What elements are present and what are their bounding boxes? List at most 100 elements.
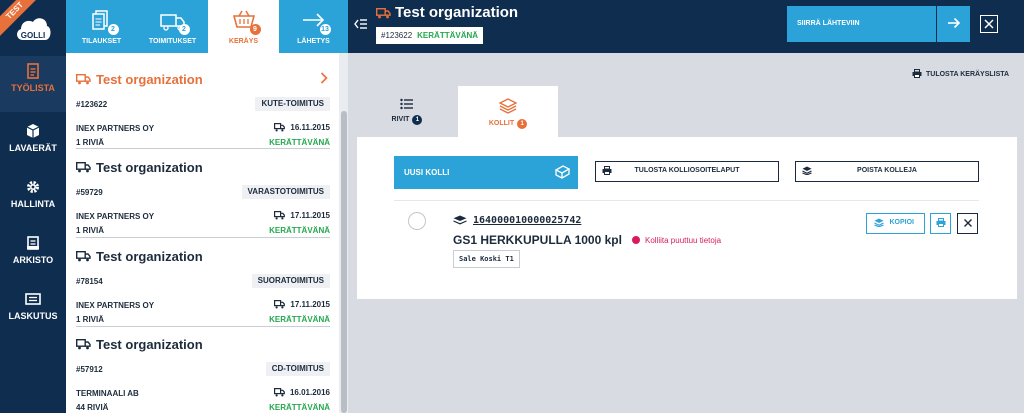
package-warning: Kolliita puuttuu tietoja bbox=[632, 236, 721, 245]
list-item-type: VARASTOTOIMITUS bbox=[241, 185, 330, 199]
package-tag: Sale Koski T1 bbox=[453, 250, 520, 268]
packages-remove-icon bbox=[802, 166, 812, 175]
list-item-status: KERÄTTÄVÄNÄ bbox=[269, 226, 330, 235]
tab-lahetys[interactable]: 13 LÄHETYS bbox=[279, 0, 348, 53]
list-item-type: KUTE-TOIMITUS bbox=[255, 97, 330, 111]
move-to-outgoing-arrow-button[interactable] bbox=[936, 6, 970, 42]
nav-item-hallinta[interactable]: HALLINTA bbox=[0, 172, 66, 228]
list-item-date: 17.11.2015 bbox=[274, 211, 330, 220]
package-name: GS1 HERKKUPULLA 1000 kpl bbox=[453, 233, 622, 247]
list-item[interactable]: Test organization #57912 CD-TOIMITUS TER… bbox=[76, 337, 330, 413]
truck-icon bbox=[274, 123, 286, 132]
order-status: KERÄTTÄVÄNÄ bbox=[417, 31, 479, 40]
tab-kollit[interactable]: KOLLIT 1 bbox=[458, 86, 558, 137]
list-scrollbar[interactable] bbox=[341, 111, 347, 413]
divider bbox=[394, 200, 979, 201]
tab-label: LÄHETYS bbox=[297, 38, 330, 45]
package-select-radio[interactable] bbox=[408, 212, 426, 230]
list-item-type: SUORATOIMITUS bbox=[251, 274, 330, 288]
tab-tilaukset[interactable]: 2 TILAUKSET bbox=[66, 0, 137, 53]
package-icon bbox=[453, 215, 467, 225]
tab-count-badge: 1 bbox=[412, 115, 423, 125]
printer-icon bbox=[912, 69, 922, 78]
print-picking-list-label: TULOSTA KERÄYSLISTA bbox=[926, 71, 1010, 78]
warning-icon bbox=[632, 236, 640, 244]
tab-toimitukset[interactable]: 2 TOIMITUKSET bbox=[137, 0, 208, 53]
list-item-title: Test organization bbox=[96, 72, 203, 87]
tab-rivit[interactable]: RIVIT 1 bbox=[376, 86, 438, 137]
truck-icon bbox=[376, 8, 391, 19]
list-item-status: KERÄTTÄVÄNÄ bbox=[269, 403, 330, 412]
left-nav: TEST GOLLI TYÖLISTA LAVAERÄT HALLINTA AR… bbox=[0, 0, 66, 413]
list-item[interactable]: Test organization #123622 KUTE-TOIMITUS … bbox=[76, 72, 330, 149]
tab-count-badge: 2 bbox=[178, 24, 190, 35]
box-icon bbox=[26, 124, 40, 138]
date-text: 17.11.2015 bbox=[290, 300, 330, 309]
nav-label: ARKISTO bbox=[12, 255, 54, 265]
nav-item-laskutus[interactable]: LASKUTUS bbox=[0, 284, 66, 340]
chevron-right-icon bbox=[320, 72, 328, 84]
tab-count-badge: 2 bbox=[107, 24, 119, 35]
copy-package-button[interactable]: KOPIOI bbox=[866, 213, 925, 234]
clipboard-icon bbox=[27, 63, 39, 79]
collapse-list-icon[interactable] bbox=[354, 18, 368, 30]
list-item-status: KERÄTTÄVÄNÄ bbox=[269, 315, 330, 324]
tab-label: TILAUKSET bbox=[81, 38, 122, 45]
printer-icon bbox=[936, 218, 945, 227]
list-item-company: TERMINAALI AB bbox=[76, 389, 139, 398]
page-title: Test organization bbox=[395, 4, 519, 21]
list-item-company: INEX PARTNERS OY bbox=[76, 301, 155, 310]
tab-label: KERÄYS bbox=[228, 38, 259, 45]
nav-label: TYÖLISTA bbox=[11, 83, 55, 93]
nav-item-lavaerat[interactable]: LAVAERÄT bbox=[0, 116, 66, 172]
truck-icon bbox=[76, 162, 91, 173]
list-item-date: 16.01.2016 bbox=[273, 388, 330, 397]
printer-icon bbox=[602, 166, 612, 175]
invoice-icon bbox=[25, 293, 41, 305]
new-package-button[interactable]: UUSI KOLLI bbox=[394, 156, 578, 189]
list-item-rows: 1 RIVIÄ bbox=[76, 138, 105, 147]
truck-icon bbox=[76, 74, 91, 85]
status-badge: #123622 KERÄTTÄVÄNÄ bbox=[376, 27, 484, 44]
nav-item-arkisto[interactable]: ARKISTO bbox=[0, 228, 66, 284]
print-package-labels-button[interactable]: TULOSTA KOLLIOSOITELAPUT bbox=[595, 161, 779, 182]
gear-icon bbox=[27, 181, 39, 193]
list-item-number: #57912 bbox=[76, 365, 103, 374]
list-item-rows: 1 RIVIÄ bbox=[76, 226, 105, 235]
list-item-number: #59729 bbox=[76, 188, 103, 197]
nav-label: HALLINTA bbox=[10, 199, 56, 209]
tab-label: RIVIT bbox=[391, 116, 410, 123]
list-item-rows: 1 RIVIÄ bbox=[76, 315, 105, 324]
tab-kerays[interactable]: 9 KERÄYS bbox=[208, 0, 279, 53]
list-item[interactable]: Test organization #59729 VARASTOTOIMITUS… bbox=[76, 160, 330, 238]
remove-packages-label: POISTA KOLLEJA bbox=[857, 167, 917, 174]
packages-icon bbox=[499, 98, 517, 114]
packages-panel: UUSI KOLLI TULOSTA KOLLIOSOITELAPUT POIS… bbox=[357, 137, 1017, 299]
arrow-right-icon bbox=[947, 17, 960, 29]
package-barcode-link[interactable]: 164000010000025742 bbox=[473, 215, 581, 226]
tab-label: TOIMITUKSET bbox=[148, 38, 197, 45]
archive-icon bbox=[27, 236, 39, 250]
list-icon bbox=[400, 98, 413, 110]
list-item-title: Test organization bbox=[96, 337, 203, 352]
delete-package-button[interactable] bbox=[957, 213, 978, 234]
print-picking-list-link[interactable]: TULOSTA KERÄYSLISTA bbox=[912, 69, 1009, 78]
copy-package-label: KOPIOI bbox=[889, 219, 914, 226]
delivery-list-panel: Test organization #123622 KUTE-TOIMITUS … bbox=[66, 53, 348, 413]
list-item-date: 17.11.2015 bbox=[274, 300, 330, 309]
list-item[interactable]: Test organization #78154 SUORATOIMITUS I… bbox=[76, 249, 330, 327]
list-item-number: #78154 bbox=[76, 277, 103, 286]
remove-packages-button[interactable]: POISTA KOLLEJA bbox=[795, 161, 979, 182]
truck-icon bbox=[274, 300, 286, 309]
tab-count-badge: 13 bbox=[319, 24, 331, 35]
top-tabs: 2 TILAUKSET 2 TOIMITUKSET 9 KERÄYS 13 LÄ… bbox=[66, 0, 348, 53]
close-button[interactable] bbox=[980, 15, 998, 33]
close-icon bbox=[984, 19, 994, 29]
list-item-company: INEX PARTNERS OY bbox=[76, 212, 155, 221]
tab-count-badge: 1 bbox=[517, 119, 528, 129]
move-to-outgoing-button[interactable]: SIIRRÄ LÄHTEVIIN bbox=[787, 6, 936, 42]
print-package-button[interactable] bbox=[930, 213, 951, 234]
nav-item-tyolista[interactable]: TYÖLISTA bbox=[0, 56, 66, 112]
truck-icon bbox=[76, 339, 91, 350]
print-package-labels-label: TULOSTA KOLLIOSOITELAPUT bbox=[634, 167, 740, 174]
